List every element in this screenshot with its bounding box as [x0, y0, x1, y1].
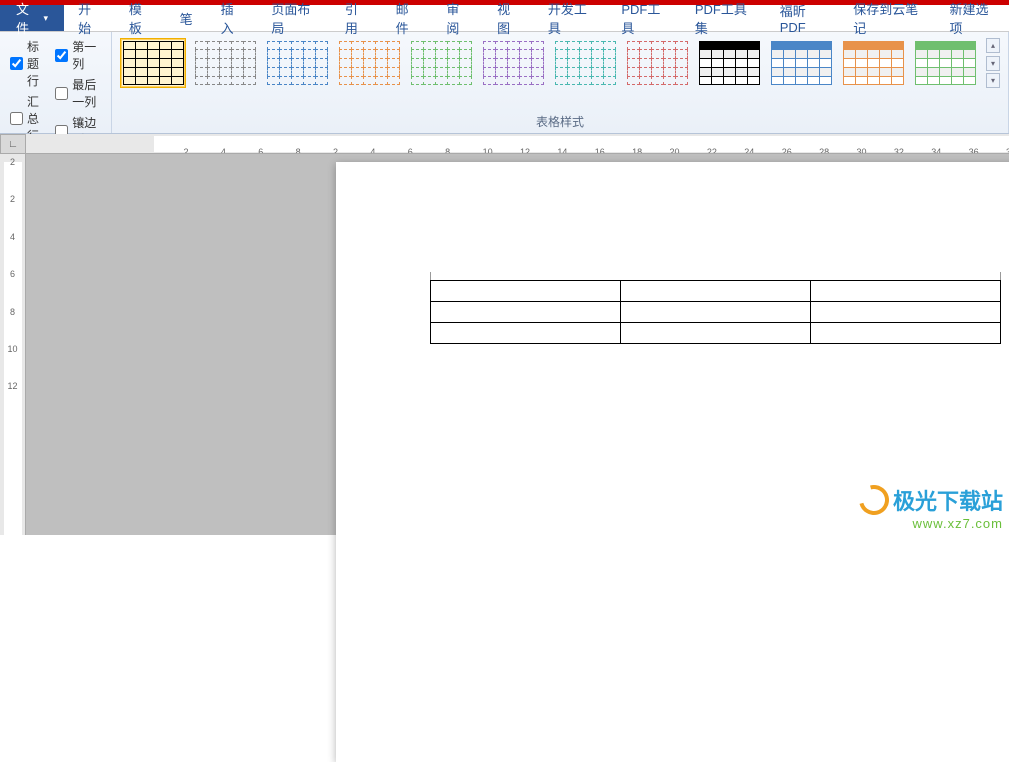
gallery-scroll-down-icon[interactable]: ▾ — [986, 56, 1000, 71]
menu-tab-0[interactable]: 开始 — [64, 5, 115, 31]
first-col-checkbox[interactable]: 第一列 — [55, 38, 101, 72]
table-cell[interactable] — [811, 323, 1001, 344]
document-table[interactable] — [430, 280, 1001, 344]
menu-tab-5[interactable]: 引用 — [331, 5, 382, 31]
watermark-title: 极光下载站 — [893, 484, 1003, 516]
styles-group-label: 表格样式 — [118, 111, 1002, 133]
menu-tab-9[interactable]: 开发工具 — [534, 5, 608, 31]
style-solid-orange[interactable] — [840, 38, 906, 88]
menu-tab-2[interactable]: 笔 — [166, 5, 207, 31]
style-solid-green[interactable] — [912, 38, 978, 88]
table-cell[interactable] — [431, 281, 621, 302]
style-dash-gray[interactable] — [192, 38, 258, 88]
table-row[interactable] — [431, 302, 1001, 323]
menu-tab-4[interactable]: 页面布局 — [257, 5, 331, 31]
table-cell[interactable] — [621, 281, 811, 302]
watermark-url: www.xz7.com — [859, 516, 1003, 531]
style-dash-purple[interactable] — [480, 38, 546, 88]
menu-tab-10[interactable]: PDF工具 — [607, 5, 681, 31]
table-styles-group: ▴ ▾ ▾ 表格样式 — [112, 32, 1009, 133]
style-solid-blue[interactable] — [768, 38, 834, 88]
document-area: ∟ 2468101214161820222426283032343638桙 86… — [0, 134, 1009, 535]
menu-tab-7[interactable]: 审阅 — [432, 5, 483, 31]
table-row[interactable] — [431, 323, 1001, 344]
dropdown-arrow-icon: ▾ — [44, 13, 49, 24]
horizontal-ruler[interactable]: 2468101214161820222426283032343638桙 8642 — [26, 134, 1009, 154]
table-cell[interactable] — [621, 323, 811, 344]
gallery-scroll-up-icon[interactable]: ▴ — [986, 38, 1000, 53]
style-solid-black[interactable] — [696, 38, 762, 88]
table-cell[interactable] — [811, 281, 1001, 302]
menu-tab-3[interactable]: 插入 — [207, 5, 258, 31]
style-dash-green[interactable] — [408, 38, 474, 88]
table-style-options-group: 标题行 汇总行 镶边行 第一列 最后一列 镶边列 表格样式选项 — [0, 32, 112, 133]
menu-tab-6[interactable]: 邮件 — [382, 5, 433, 31]
swirl-icon — [853, 480, 894, 521]
style-dash-teal[interactable] — [552, 38, 618, 88]
table-cell[interactable] — [621, 302, 811, 323]
ribbon: 标题行 汇总行 镶边行 第一列 最后一列 镶边列 表格样式选项 ▴ ▾ ▾ 表格样式 — [0, 32, 1009, 134]
table-cell[interactable] — [431, 323, 621, 344]
vertical-ruler[interactable]: 224681012 — [0, 154, 26, 535]
style-dash-orange[interactable] — [336, 38, 402, 88]
style-plain-grid[interactable] — [120, 38, 186, 88]
styles-gallery: ▴ ▾ ▾ — [118, 36, 1002, 111]
menu-tab-14[interactable]: 新建选项 — [935, 5, 1009, 31]
table-row[interactable] — [431, 281, 1001, 302]
style-dash-red[interactable] — [624, 38, 690, 88]
menu-tab-8[interactable]: 视图 — [483, 5, 534, 31]
style-dash-blue[interactable] — [264, 38, 330, 88]
table-cell[interactable] — [811, 302, 1001, 323]
menu-tab-1[interactable]: 模板 — [115, 5, 166, 31]
gallery-more-icon[interactable]: ▾ — [986, 73, 1000, 88]
menu-tab-12[interactable]: 福昕PDF — [766, 5, 840, 31]
document-page[interactable] — [336, 162, 1009, 762]
watermark: 极光下载站 www.xz7.com — [859, 484, 1003, 531]
header-row-checkbox[interactable]: 标题行 — [10, 38, 47, 89]
last-col-checkbox[interactable]: 最后一列 — [55, 76, 101, 110]
ruler-corner[interactable]: ∟ — [0, 134, 26, 154]
menu-bar: 文件 ▾ 开始模板笔插入页面布局引用邮件审阅视图开发工具PDF工具PDF工具集福… — [0, 5, 1009, 32]
menu-tab-11[interactable]: PDF工具集 — [681, 5, 766, 31]
table-cell[interactable] — [431, 302, 621, 323]
menu-tab-13[interactable]: 保存到云笔记 — [839, 5, 935, 31]
file-menu[interactable]: 文件 ▾ — [0, 5, 64, 31]
